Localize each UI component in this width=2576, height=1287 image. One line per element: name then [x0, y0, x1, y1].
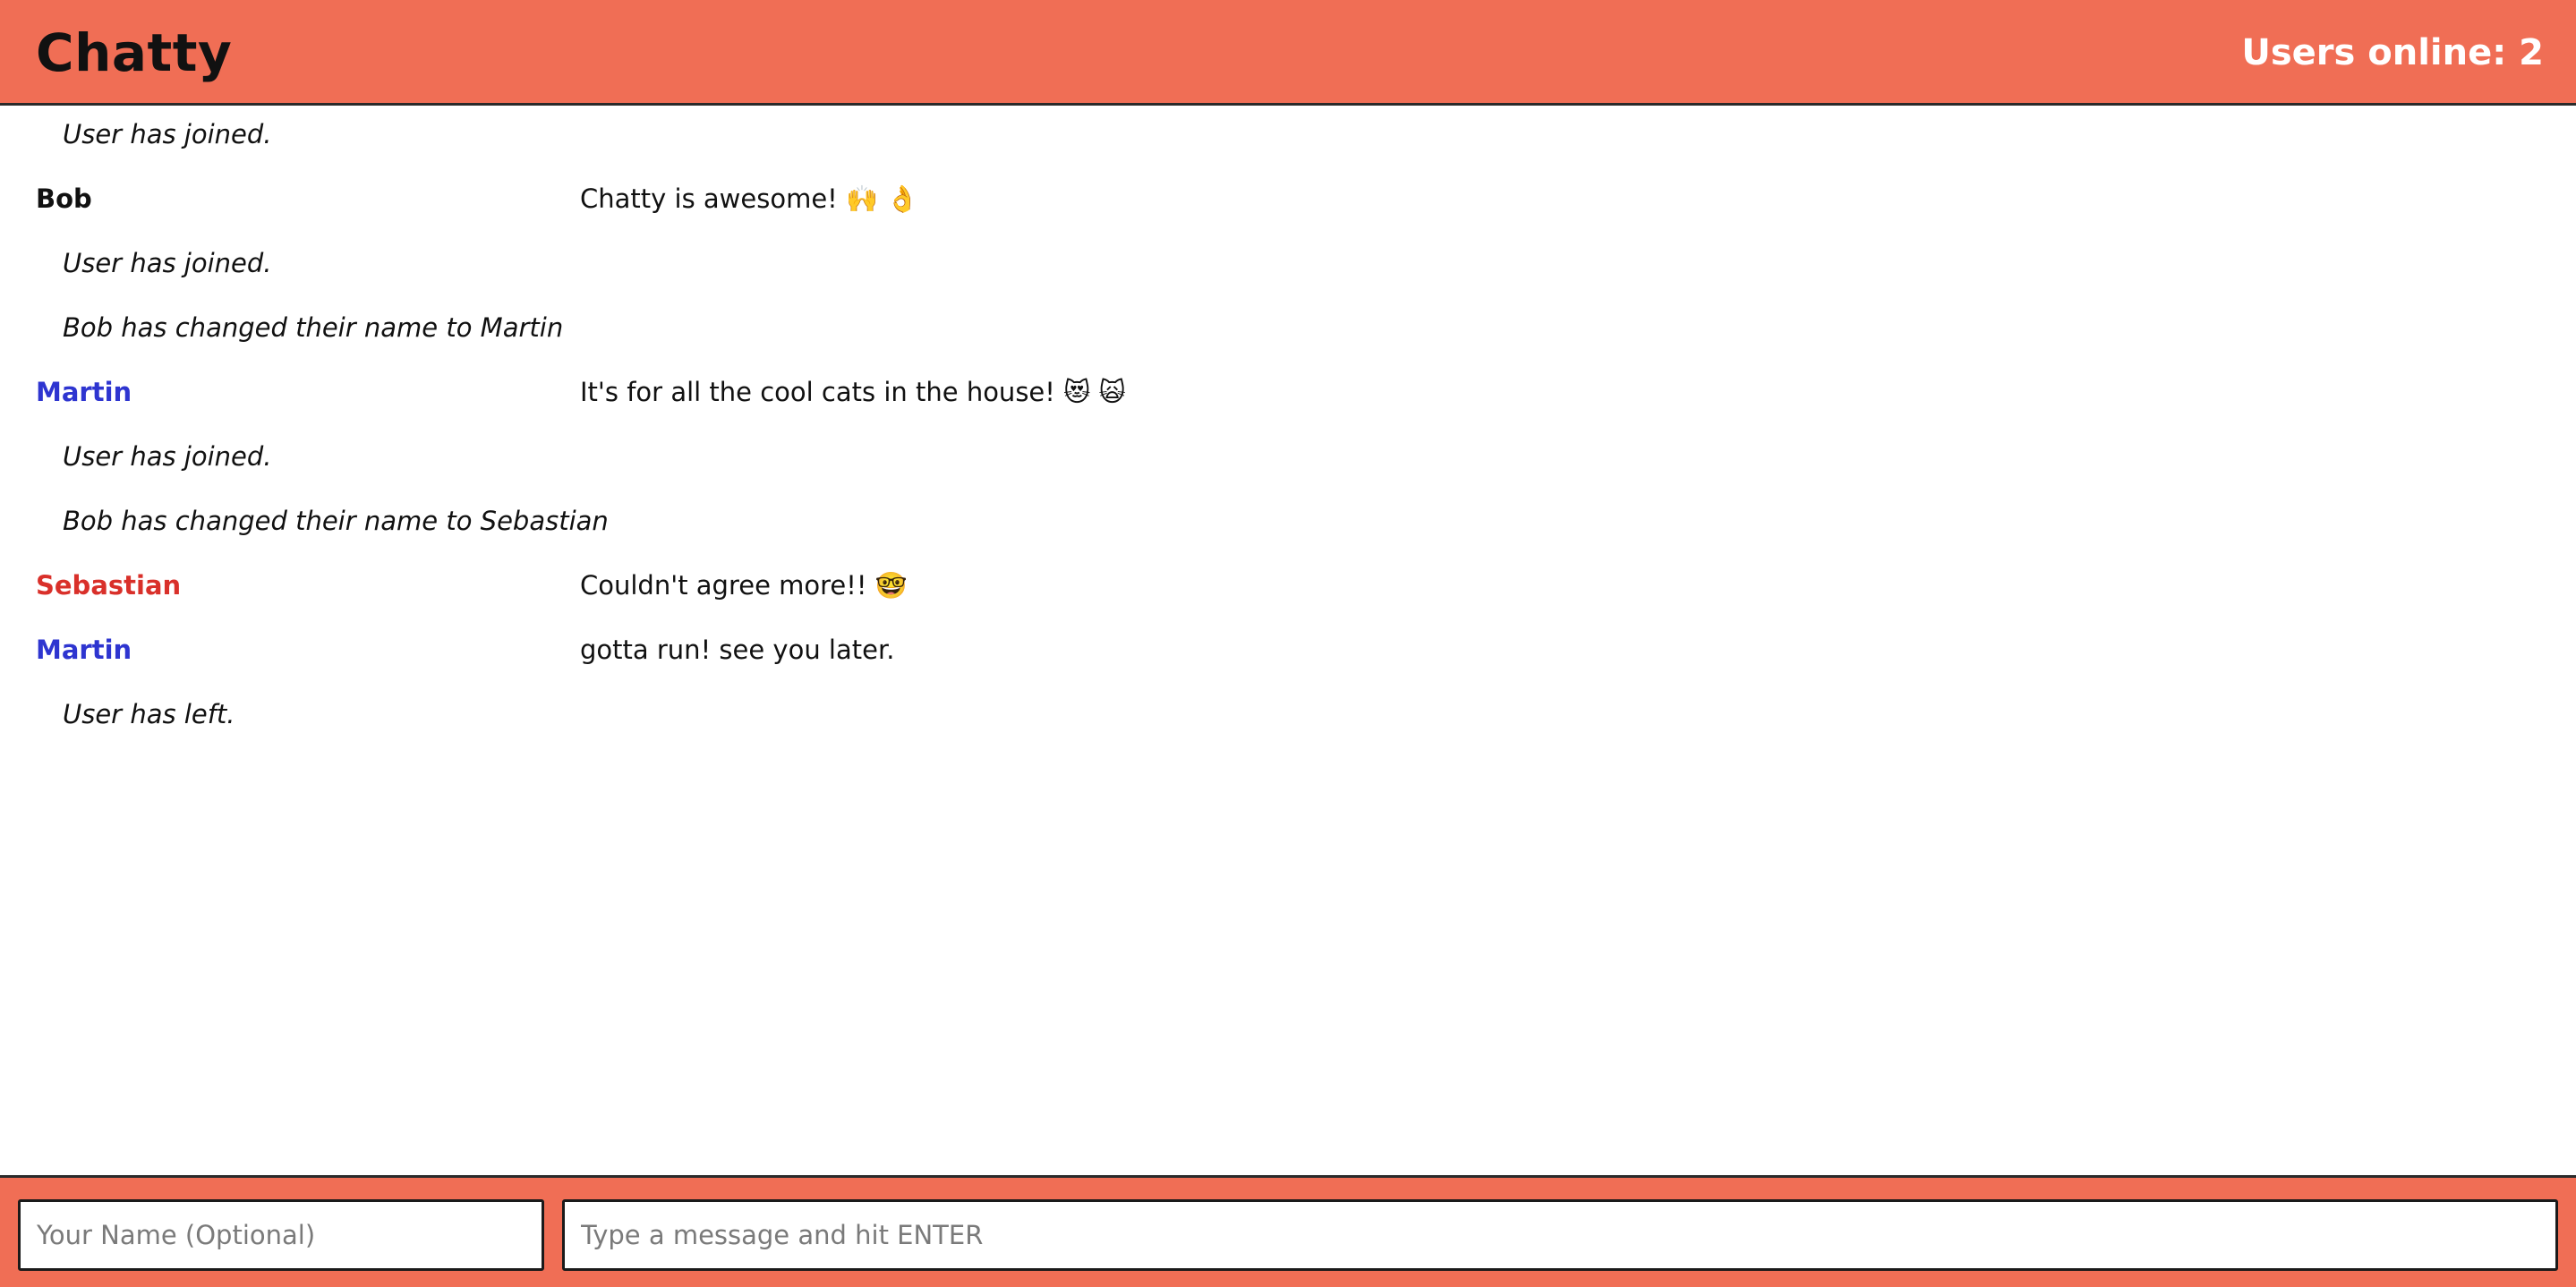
users-online-count: Users online: 2 — [2241, 32, 2544, 73]
chat-message: Sebastian Couldn't agree more!! 🤓 — [0, 560, 2576, 610]
username-input[interactable] — [18, 1199, 544, 1271]
system-notification: User has joined. — [0, 431, 2576, 482]
message-list[interactable]: User has joined. Bob Chatty is awesome! 🙌 … — [0, 106, 2576, 1175]
message-content: Chatty is awesome! 🙌 👌 — [580, 183, 919, 214]
message-content: gotta run! see you later. — [580, 635, 895, 665]
system-notification: Bob has changed their name to Martin — [0, 303, 2576, 353]
chatty-app: Chatty Users online: 2 User has joined. B… — [0, 0, 2576, 1287]
notification-text: User has joined. — [63, 441, 272, 472]
notification-text: User has joined. — [63, 248, 272, 278]
message-username: Bob — [36, 183, 92, 214]
message-content: Couldn't agree more!! 🤓 — [580, 570, 908, 601]
message-username: Martin — [36, 635, 132, 665]
chat-message: Martin It's for all the cool cats in the … — [0, 367, 2576, 417]
message-username: Martin — [36, 377, 132, 407]
chat-message: Bob Chatty is awesome! 🙌 👌 — [0, 174, 2576, 224]
notification-text: User has left. — [63, 699, 235, 729]
system-notification: User has joined. — [0, 238, 2576, 288]
chatbar — [0, 1175, 2576, 1287]
notification-text: User has joined. — [63, 119, 272, 149]
navbar: Chatty Users online: 2 — [0, 0, 2576, 106]
message-username: Sebastian — [36, 570, 182, 601]
notification-text: Bob has changed their name to Martin — [63, 312, 564, 343]
system-notification: User has left. — [0, 689, 2576, 739]
chat-message: Martin gotta run! see you later. — [0, 625, 2576, 675]
notification-text: Bob has changed their name to Sebastian — [63, 506, 609, 536]
app-title[interactable]: Chatty — [36, 21, 232, 84]
system-notification: User has joined. — [0, 109, 2576, 159]
message-input[interactable] — [562, 1199, 2558, 1271]
message-content: It's for all the cool cats in the house!… — [580, 377, 1126, 407]
system-notification: Bob has changed their name to Sebastian — [0, 496, 2576, 546]
